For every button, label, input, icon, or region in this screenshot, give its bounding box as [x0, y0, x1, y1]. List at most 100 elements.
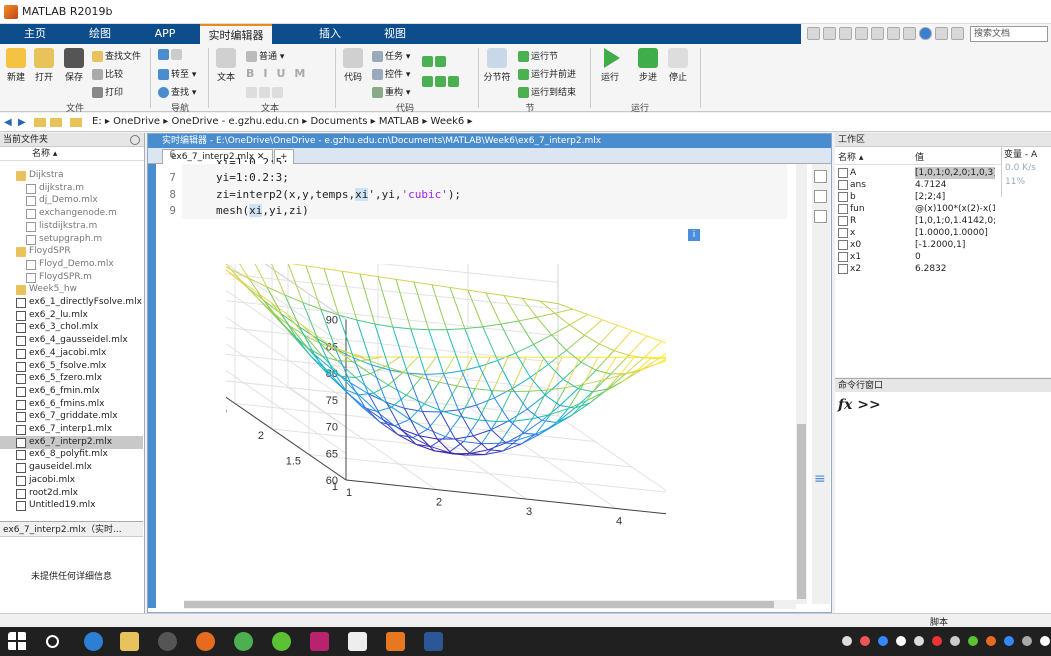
- tray-icon[interactable]: [860, 636, 870, 646]
- run-button[interactable]: 运行: [596, 48, 624, 83]
- typora-icon[interactable]: [348, 632, 367, 651]
- code-line[interactable]: zi=interp2(x,y,temps,xi',yi,'cubic');: [216, 188, 461, 201]
- workspace-variable-row[interactable]: x2 6.2832: [835, 263, 1001, 275]
- file-item[interactable]: ex6_6_fmin.mlx: [0, 385, 143, 398]
- file-item[interactable]: ex6_8_polyfit.mlx: [0, 448, 143, 461]
- info-icon[interactable]: i: [688, 229, 700, 241]
- file-item[interactable]: exchangenode.m: [0, 207, 143, 220]
- style-dropdown[interactable]: 普通 ▾: [246, 49, 284, 62]
- file-item[interactable]: ex6_6_fmins.mlx: [0, 398, 143, 411]
- save-icon[interactable]: [807, 27, 820, 40]
- list-buttons[interactable]: [246, 87, 285, 98]
- control-dropdown[interactable]: 控件 ▾: [372, 67, 410, 80]
- file-item[interactable]: setupgraph.m: [0, 233, 143, 246]
- pin-icon[interactable]: [935, 27, 948, 40]
- file-item[interactable]: Week5_hw: [0, 283, 143, 296]
- file-item[interactable]: gauseidel.mlx: [0, 461, 143, 474]
- goto-button[interactable]: 转至 ▾: [158, 67, 196, 80]
- text-button[interactable]: 文本: [212, 48, 240, 83]
- file-explorer-icon[interactable]: [120, 632, 139, 651]
- task-dropdown[interactable]: 任务 ▾: [372, 49, 410, 62]
- nav-arrows[interactable]: [158, 49, 184, 60]
- wechat-tray-icon[interactable]: [968, 636, 978, 646]
- tab-insert[interactable]: 插入: [305, 24, 355, 44]
- tray-icon[interactable]: [914, 636, 924, 646]
- mesh-plot[interactable]: 606570758085901234511.522.53: [226, 264, 666, 564]
- comment-buttons[interactable]: [422, 56, 448, 67]
- italic-button[interactable]: I: [263, 67, 276, 80]
- file-item[interactable]: ex6_7_interp1.mlx: [0, 423, 143, 436]
- help-icon[interactable]: [919, 27, 932, 40]
- forward-icon[interactable]: ▶: [18, 117, 30, 128]
- redo-icon[interactable]: [887, 27, 900, 40]
- browse-folder-icon[interactable]: [34, 118, 46, 127]
- file-item[interactable]: jacobi.mlx: [0, 474, 143, 487]
- bluetooth-icon[interactable]: [878, 636, 888, 646]
- tray-icon[interactable]: [932, 636, 942, 646]
- step-button[interactable]: 步进: [634, 48, 662, 83]
- stop-button[interactable]: 停止: [664, 48, 692, 83]
- print-button[interactable]: 打印: [92, 85, 123, 98]
- workspace-variable-row[interactable]: A [1,0,1;0,2,0;1,0,3]: [835, 167, 1001, 179]
- file-item[interactable]: listdijkstra.m: [0, 220, 143, 233]
- file-item[interactable]: Untitled19.mlx: [0, 499, 143, 512]
- workspace-name-column[interactable]: 名称 ▴: [838, 151, 863, 165]
- code-line[interactable]: xi=1:0.2:5;: [216, 156, 289, 164]
- workspace-variable-row[interactable]: R [1,0,1;0,1.4142,0;0,0,...: [835, 215, 1001, 227]
- tab-apps[interactable]: APP: [140, 24, 190, 44]
- details-header[interactable]: ex6_7_interp2.mlx（实时...: [0, 521, 143, 537]
- workspace-variable-row[interactable]: b [2;2;4]: [835, 191, 1001, 203]
- tab-view[interactable]: 视图: [370, 24, 420, 44]
- app-icon[interactable]: [310, 632, 329, 651]
- workspace-value-column[interactable]: 值: [915, 151, 924, 165]
- word-icon[interactable]: [424, 632, 443, 651]
- tray-icon[interactable]: [1040, 636, 1050, 646]
- search-documentation-input[interactable]: 搜索文档: [970, 26, 1048, 42]
- open-button[interactable]: 打开: [32, 48, 56, 83]
- name-column-header[interactable]: 名称 ▴: [0, 147, 144, 161]
- matlab-taskbar-icon[interactable]: [386, 632, 405, 651]
- run-and-advance-button[interactable]: 运行并前进: [518, 67, 576, 80]
- compare-button[interactable]: 比较: [92, 67, 123, 80]
- firefox-icon[interactable]: [196, 632, 215, 651]
- expand-icon[interactable]: [951, 27, 964, 40]
- underline-button[interactable]: U: [276, 67, 294, 80]
- file-item[interactable]: ex6_4_gausseidel.mlx: [0, 334, 143, 347]
- file-item[interactable]: Floyd_Demo.mlx: [0, 258, 143, 271]
- undo-icon[interactable]: [871, 27, 884, 40]
- workspace-variable-row[interactable]: fun @(x)100*(x(2)-x(1)^2)...: [835, 203, 1001, 215]
- media-icon[interactable]: [158, 632, 177, 651]
- windows-start-icon[interactable]: [8, 632, 27, 651]
- tray-icon[interactable]: [950, 636, 960, 646]
- file-item[interactable]: ex6_7_griddate.mlx: [0, 410, 143, 423]
- chrome-icon[interactable]: [234, 632, 253, 651]
- tab-live-editor[interactable]: 实时编辑器: [200, 24, 272, 44]
- tray-icon[interactable]: [1022, 636, 1032, 646]
- file-item[interactable]: ex6_5_fsolve.mlx: [0, 360, 143, 373]
- workspace-variable-row[interactable]: x [1.0000,1.0000]: [835, 227, 1001, 239]
- bold-button[interactable]: B: [246, 67, 263, 80]
- new-button[interactable]: 新建: [4, 48, 28, 83]
- file-item[interactable]: root2d.mlx: [0, 487, 143, 500]
- monospace-button[interactable]: M: [294, 67, 314, 80]
- save-button[interactable]: 保存: [62, 48, 86, 83]
- panel-menu-icon[interactable]: [130, 135, 140, 145]
- file-item[interactable]: ex6_4_jacobi.mlx: [0, 347, 143, 360]
- section-break-button[interactable]: 分节符: [482, 48, 512, 83]
- code-line[interactable]: yi=1:0.2:3;: [216, 171, 289, 184]
- workspace-variable-row[interactable]: x1 0: [835, 251, 1001, 263]
- tray-icon[interactable]: [1004, 636, 1014, 646]
- format-buttons[interactable]: BIUM: [246, 67, 314, 80]
- file-item[interactable]: ex6_3_chol.mlx: [0, 321, 143, 334]
- output-right-icon[interactable]: [814, 170, 827, 183]
- output-inline-icon[interactable]: [814, 190, 827, 203]
- tray-icon[interactable]: [986, 636, 996, 646]
- find-button[interactable]: 查找 ▾: [158, 85, 196, 98]
- file-item[interactable]: dj_Demo.mlx: [0, 194, 143, 207]
- back-icon[interactable]: ◀: [4, 117, 16, 128]
- file-item[interactable]: ex6_5_fzero.mlx: [0, 372, 143, 385]
- file-item[interactable]: FloydSPR.m: [0, 271, 143, 284]
- paste-icon[interactable]: [855, 27, 868, 40]
- file-item[interactable]: dijkstra.m: [0, 182, 143, 195]
- edge-browser-icon[interactable]: [84, 632, 103, 651]
